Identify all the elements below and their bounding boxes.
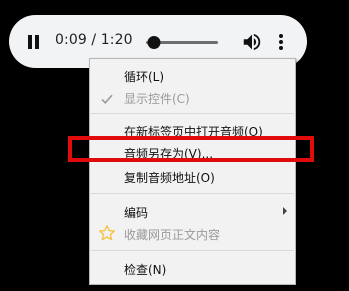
check-icon <box>100 91 114 105</box>
time-separator: / <box>86 32 101 48</box>
seek-slider[interactable] <box>146 36 218 49</box>
pause-icon[interactable] <box>27 35 41 49</box>
menu-item-show-controls: 显示控件(C) <box>90 86 295 110</box>
volume-icon[interactable] <box>241 31 263 53</box>
seek-thumb[interactable] <box>147 36 161 49</box>
menu-item-loop[interactable]: 循环(L) <box>90 64 295 88</box>
menu-separator <box>91 193 294 194</box>
menu-separator <box>91 113 294 114</box>
current-time: 0:09 <box>55 32 87 48</box>
chevron-right-icon <box>283 207 287 215</box>
star-icon <box>98 224 116 242</box>
menu-item-label: 编码 <box>124 206 149 220</box>
highlight-box <box>68 136 314 162</box>
menu-item-copy-audio-address[interactable]: 复制音频地址(O) <box>90 165 295 189</box>
menu-item-inspect[interactable]: 检查(N) <box>90 257 295 281</box>
menu-separator <box>91 250 294 251</box>
context-menu: 循环(L) 显示控件(C) 在新标签页中打开音频(O) 音频另存为(V)... … <box>89 58 296 285</box>
menu-item-label: 显示控件(C) <box>124 92 190 106</box>
menu-item-label: 检查(N) <box>124 263 167 277</box>
time-display: 0:09 / 1:20 <box>55 32 133 48</box>
menu-item-label: 循环(L) <box>124 70 165 84</box>
menu-item-label: 复制音频地址(O) <box>124 171 215 185</box>
more-vertical-icon[interactable] <box>277 31 285 53</box>
menu-item-encoding[interactable]: 编码 <box>90 200 295 224</box>
duration: 1:20 <box>100 32 133 48</box>
menu-item-label: 收藏网页正文内容 <box>124 228 221 242</box>
menu-item-save-page-content: 收藏网页正文内容 <box>90 222 295 246</box>
